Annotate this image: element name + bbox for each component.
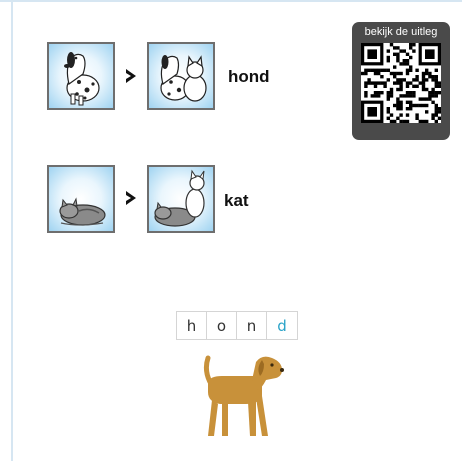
- worksheet-page: hond kat bekijk de uitleg h o n d: [0, 0, 462, 461]
- qr-explanation-panel[interactable]: bekijk de uitleg: [352, 22, 450, 140]
- chevron-right-icon: [126, 191, 136, 205]
- qr-code-icon[interactable]: [361, 43, 442, 124]
- dalmatian-dog-icon: [64, 52, 100, 106]
- letter-boxes: h o n d: [176, 311, 298, 340]
- frame-left-border: [11, 0, 13, 461]
- letter-box: o: [207, 312, 237, 339]
- sleeping-cat-icon: [59, 197, 106, 226]
- sleeping-cat-with-white-cat-icon: [154, 169, 205, 227]
- word-hond: hond: [228, 67, 270, 86]
- word-kat: kat: [224, 191, 249, 210]
- qr-label: bekijk de uitleg: [364, 26, 438, 38]
- letter-box: h: [177, 312, 207, 339]
- sleeping-cat-card: [47, 165, 115, 233]
- brown-dog-icon: [203, 355, 284, 436]
- dalmatian-with-cat-card: [147, 42, 215, 110]
- dalmatian-with-cat-icon: [160, 55, 207, 102]
- letter-box: n: [237, 312, 267, 339]
- chevron-right-icon: [126, 69, 136, 83]
- cats-card: [147, 165, 215, 233]
- frame-top-border: [0, 0, 462, 2]
- dalmatian-dog-card: [47, 42, 115, 110]
- letter-box-accent: d: [277, 316, 287, 335]
